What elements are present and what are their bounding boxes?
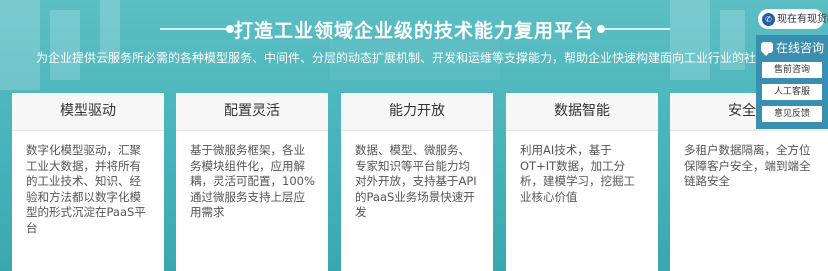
page-subtitle: 为企业提供云服务所必需的各种模型服务、中间件、分层的动态扩展机制、开发和运维等支… — [35, 51, 792, 65]
feature-card-model-driven: 模型驱动 数字化模型驱动，汇聚工业大数据，并将所有的工业技术、知识、经验和方法都… — [12, 93, 164, 271]
chat-icon — [761, 42, 773, 56]
presales-consult-button[interactable]: 售前咨询 — [762, 62, 822, 78]
page-title: 打造工业领域企业级的技术能力复用平台 — [233, 20, 594, 42]
card-description: 数字化模型驱动，汇聚工业大数据，并将所有的工业技术、知识、经验和方法都以数字化模… — [12, 131, 164, 271]
human-service-button[interactable]: 人工客服 — [762, 84, 822, 100]
card-title: 数据智能 — [506, 93, 658, 131]
feature-card-data-intelligence: 数据智能 利用AI技术，基于OT+IT数据，加工分析，建模学习，挖掘工业核心价值 — [506, 93, 658, 271]
card-title: 能力开放 — [341, 93, 493, 131]
title-divider-right — [600, 28, 670, 30]
phone-inquiry-button[interactable]: ✆ 现在有现货吗 — [758, 9, 828, 29]
online-consult-header[interactable]: 在线咨询 — [756, 38, 828, 58]
phone-inquiry-label: 现在有现货吗 — [777, 14, 828, 25]
scroll-to-top-button[interactable] — [754, 203, 794, 243]
online-consult-label: 在线咨询 — [776, 41, 825, 55]
phone-icon: ✆ — [762, 13, 775, 26]
card-description: 基于微服务框架，各业务模块组件化，应用解耦，灵活可配置，100%通过微服务支持上… — [176, 131, 328, 271]
card-title: 模型驱动 — [12, 93, 164, 131]
card-title: 配置灵活 — [176, 93, 328, 131]
header: 打造工业领域企业级的技术能力复用平台 — [0, 14, 828, 44]
card-description: 多租户数据隔离，全方位保障客户安全，端到端全链路安全 — [670, 131, 828, 271]
online-consult-panel: 在线咨询 售前咨询 人工客服 意见反馈 — [756, 35, 828, 129]
feedback-button[interactable]: 意见反馈 — [762, 106, 822, 122]
card-description: 数据、模型、微服务、专家知识等平台能力均对外开放，支持基于API 的PaaS业务… — [341, 131, 493, 271]
feature-card-flexible-config: 配置灵活 基于微服务框架，各业务模块组件化，应用解耦，灵活可配置，100%通过微… — [176, 93, 328, 271]
feature-card-open-capability: 能力开放 数据、模型、微服务、专家知识等平台能力均对外开放，支持基于API 的P… — [341, 93, 493, 271]
card-description: 利用AI技术，基于OT+IT数据，加工分析，建模学习，挖掘工业核心价值 — [506, 131, 658, 271]
